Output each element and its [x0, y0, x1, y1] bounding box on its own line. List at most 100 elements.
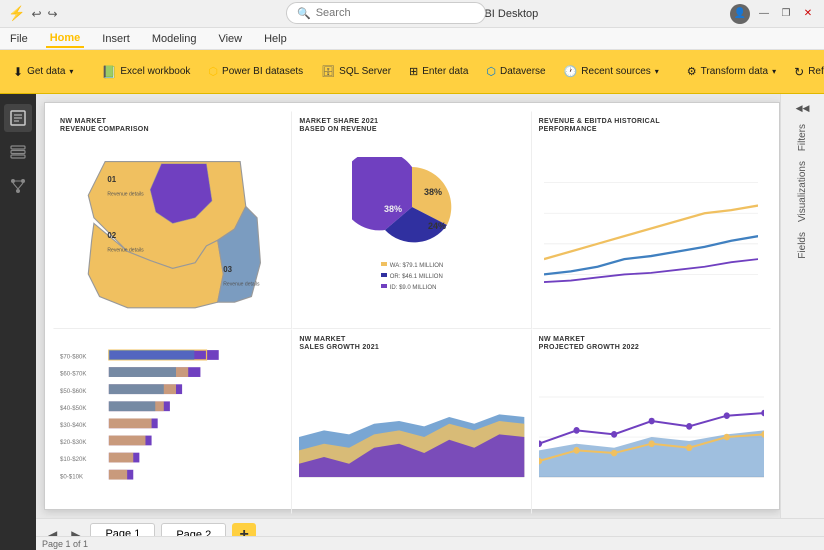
sidebar-data-icon[interactable]	[4, 138, 32, 166]
svg-text:02: 02	[107, 231, 116, 240]
sales-area-container	[299, 357, 524, 504]
title-bar: ⚡ ↩ ↪ Contoso Suites Market Analysis - P…	[0, 0, 824, 28]
filters-label[interactable]: Filters	[795, 120, 810, 155]
excel-label: Excel workbook	[120, 66, 190, 77]
enter-data-icon: ⊞	[409, 65, 418, 78]
projected-chart-container	[539, 357, 764, 504]
get-data-button[interactable]: ⬇ Get data ▾	[6, 55, 80, 89]
sql-label: SQL Server	[339, 66, 391, 77]
refresh-button[interactable]: ↻ Refresh	[787, 55, 824, 89]
collapse-panel-btn[interactable]: ◀◀	[784, 98, 822, 118]
ribbon-home[interactable]: Home	[46, 30, 85, 48]
svg-text:$40-$50K: $40-$50K	[60, 405, 86, 412]
transform-data-button[interactable]: ⚙ Transform data ▾	[680, 55, 783, 89]
canvas: NW MARKETREVENUE COMPARISON 01 Revenue	[44, 102, 780, 510]
map-title: NW MARKETREVENUE COMPARISON	[60, 118, 285, 135]
recent-chevron: ▾	[655, 67, 659, 76]
svg-text:$50-$60K: $50-$60K	[60, 388, 86, 395]
minimize-btn[interactable]: —	[756, 6, 772, 22]
ribbon-view[interactable]: View	[214, 31, 246, 47]
ribbon-modeling[interactable]: Modeling	[148, 31, 201, 47]
sales-growth-title: NW MARKETSALES GROWTH 2021	[299, 336, 524, 353]
pie-container: 38% 24% 38% WA: $79.1 MILLION OR: $46.1 …	[299, 139, 524, 311]
avatar: 👤	[730, 4, 750, 24]
powerbi-datasets-button[interactable]: ⬡ Power BI datasets	[201, 55, 310, 89]
search-icon: 🔍	[297, 7, 311, 20]
sql-icon: 🗄	[321, 65, 335, 78]
maximize-btn[interactable]: ❐	[778, 6, 794, 22]
sales-growth-viz[interactable]: NW MARKETSALES GROWTH 2021	[292, 329, 531, 514]
dataverse-icon: ⬡	[486, 65, 496, 78]
dataverse-button[interactable]: ⬡ Dataverse	[479, 55, 552, 89]
window-controls: 👤 — ❐ ✕	[490, 4, 816, 24]
svg-text:$70-$80K: $70-$80K	[60, 354, 86, 361]
revenue-historical-viz[interactable]: REVENUE & EBITDA HISTORICALPERFORMANCE	[532, 111, 771, 329]
powerbi-icon: ⬡	[208, 65, 218, 78]
recent-icon: 🕐	[564, 65, 578, 78]
fields-label[interactable]: Fields	[795, 228, 810, 263]
svg-text:Revenue details: Revenue details	[223, 281, 260, 287]
search-input[interactable]	[316, 7, 456, 19]
svg-text:38%: 38%	[424, 187, 442, 197]
sidebar-report-icon[interactable]	[4, 104, 32, 132]
map-container: 01 Revenue details 02 Revenue details 03…	[60, 139, 285, 319]
svg-text:38%: 38%	[384, 204, 402, 214]
get-data-chevron: ▾	[69, 67, 73, 76]
transform-icon: ⚙	[687, 65, 697, 78]
recent-sources-button[interactable]: 🕐 Recent sources ▾	[557, 55, 666, 89]
close-btn[interactable]: ✕	[800, 6, 816, 22]
map-viz[interactable]: NW MARKETREVENUE COMPARISON 01 Revenue	[53, 111, 292, 329]
ribbon: File Home Insert Modeling View Help	[0, 28, 824, 50]
ribbon-insert[interactable]: Insert	[98, 31, 134, 47]
transform-label: Transform data	[701, 66, 768, 77]
left-sidebar	[0, 94, 36, 550]
refresh-label: Refresh	[808, 66, 824, 77]
legend-wa: WA: $79.1 MILLION	[390, 263, 443, 269]
title-bar-left: ⚡ ↩ ↪	[8, 5, 58, 22]
ribbon-file[interactable]: File	[6, 31, 32, 47]
sql-server-button[interactable]: 🗄 SQL Server	[314, 55, 398, 89]
svg-text:Revenue details: Revenue details	[107, 247, 144, 253]
svg-text:$20-$30K: $20-$30K	[60, 439, 86, 446]
main-area: NW MARKETREVENUE COMPARISON 01 Revenue	[36, 94, 824, 518]
sidebar-model-icon[interactable]	[4, 172, 32, 200]
enter-data-button[interactable]: ⊞ Enter data	[402, 55, 475, 89]
redo-btn[interactable]: ↪	[48, 7, 58, 21]
svg-text:01: 01	[107, 175, 116, 184]
projected-growth-viz[interactable]: NW MARKETPROJECTED GROWTH 2022	[532, 329, 771, 514]
pie-legend: WA: $79.1 MILLION OR: $46.1 MILLION ID: …	[381, 259, 443, 292]
ribbon-help[interactable]: Help	[260, 31, 291, 47]
pie-viz[interactable]: MARKET SHARE 2021BASED ON REVENUE 38% 2	[292, 111, 531, 329]
powerbi-label: Power BI datasets	[222, 66, 303, 77]
legend-or: OR: $46.1 MILLION	[390, 274, 443, 280]
toolbar: ⬇ Get data ▾ 📗 Excel workbook ⬡ Power BI…	[0, 50, 824, 94]
pie-title: MARKET SHARE 2021BASED ON REVENUE	[299, 118, 524, 135]
svg-text:$0-$10K: $0-$10K	[60, 473, 83, 480]
dataverse-label: Dataverse	[500, 66, 546, 77]
search-box[interactable]: 🔍	[286, 2, 486, 24]
right-panel: ◀◀ Filters Visualizations Fields	[780, 94, 824, 518]
svg-text:$10-$20K: $10-$20K	[60, 456, 86, 463]
revenue-chart-area	[539, 139, 764, 319]
status-bar: Page 1 of 1	[0, 536, 824, 550]
enter-data-label: Enter data	[422, 66, 468, 77]
legend-id: ID: $9.0 MILLION	[390, 285, 437, 291]
get-data-icon: ⬇	[13, 65, 23, 79]
visualizations-label[interactable]: Visualizations	[795, 157, 810, 226]
refresh-icon: ↻	[794, 65, 804, 79]
transform-chevron: ▾	[772, 67, 776, 76]
bar-viz[interactable]: $70-$80K $60-$70K $50-$60K $40-$50K $30-…	[53, 329, 292, 514]
projected-growth-title: NW MARKETPROJECTED GROWTH 2022	[539, 336, 764, 353]
revenue-historical-title: REVENUE & EBITDA HISTORICALPERFORMANCE	[539, 118, 764, 135]
undo-btn[interactable]: ↩	[31, 7, 41, 21]
app-icon: ⚡	[8, 5, 25, 22]
svg-text:24%: 24%	[428, 221, 446, 231]
excel-workbook-button[interactable]: 📗 Excel workbook	[94, 55, 197, 89]
viz-grid: NW MARKETREVENUE COMPARISON 01 Revenue	[45, 103, 779, 509]
svg-text:03: 03	[223, 265, 232, 274]
excel-icon: 📗	[101, 65, 116, 79]
recent-label: Recent sources	[581, 66, 650, 77]
svg-text:Revenue details: Revenue details	[107, 191, 144, 197]
svg-text:$60-$70K: $60-$70K	[60, 371, 86, 378]
get-data-label: Get data	[27, 66, 65, 77]
